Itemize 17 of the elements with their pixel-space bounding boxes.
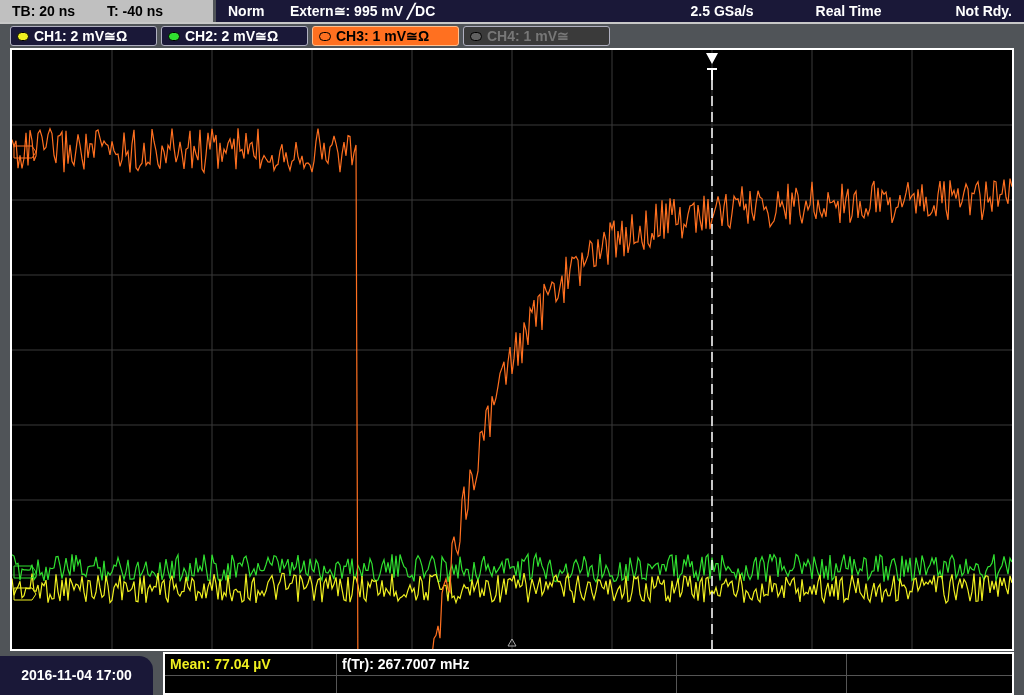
acquisition-mode: Real Time <box>815 1 882 21</box>
timebase-readout: TB: 20 ns <box>12 1 75 21</box>
channel-marker-icon <box>13 145 37 159</box>
channel-tab[interactable]: CH1: 2 mV≅Ω <box>10 26 157 46</box>
trigger-time-readout: T: -40 ns <box>107 1 164 21</box>
acquisition-state: Not Rdy. <box>955 1 1012 21</box>
trigger-settings: Extern≅: 995 mV ╱DC <box>290 1 436 22</box>
sample-rate: 2.5 GSa/s <box>690 1 754 21</box>
trigger-position-icon <box>507 638 517 647</box>
channel-tab[interactable]: CH3: 1 mV≅Ω <box>312 26 459 46</box>
measurement-readout: Mean: 77.04 µV <box>170 655 271 674</box>
channel-marker-icon <box>13 587 37 601</box>
channel-marker-icon <box>13 565 37 579</box>
channel-tab[interactable]: CH2: 2 mV≅Ω <box>161 26 308 46</box>
trigger-mode: Norm <box>228 1 266 21</box>
measurement-readout: f(Tr): 267.7007 mHz <box>342 655 470 674</box>
trigger-marker-icon <box>706 53 718 80</box>
